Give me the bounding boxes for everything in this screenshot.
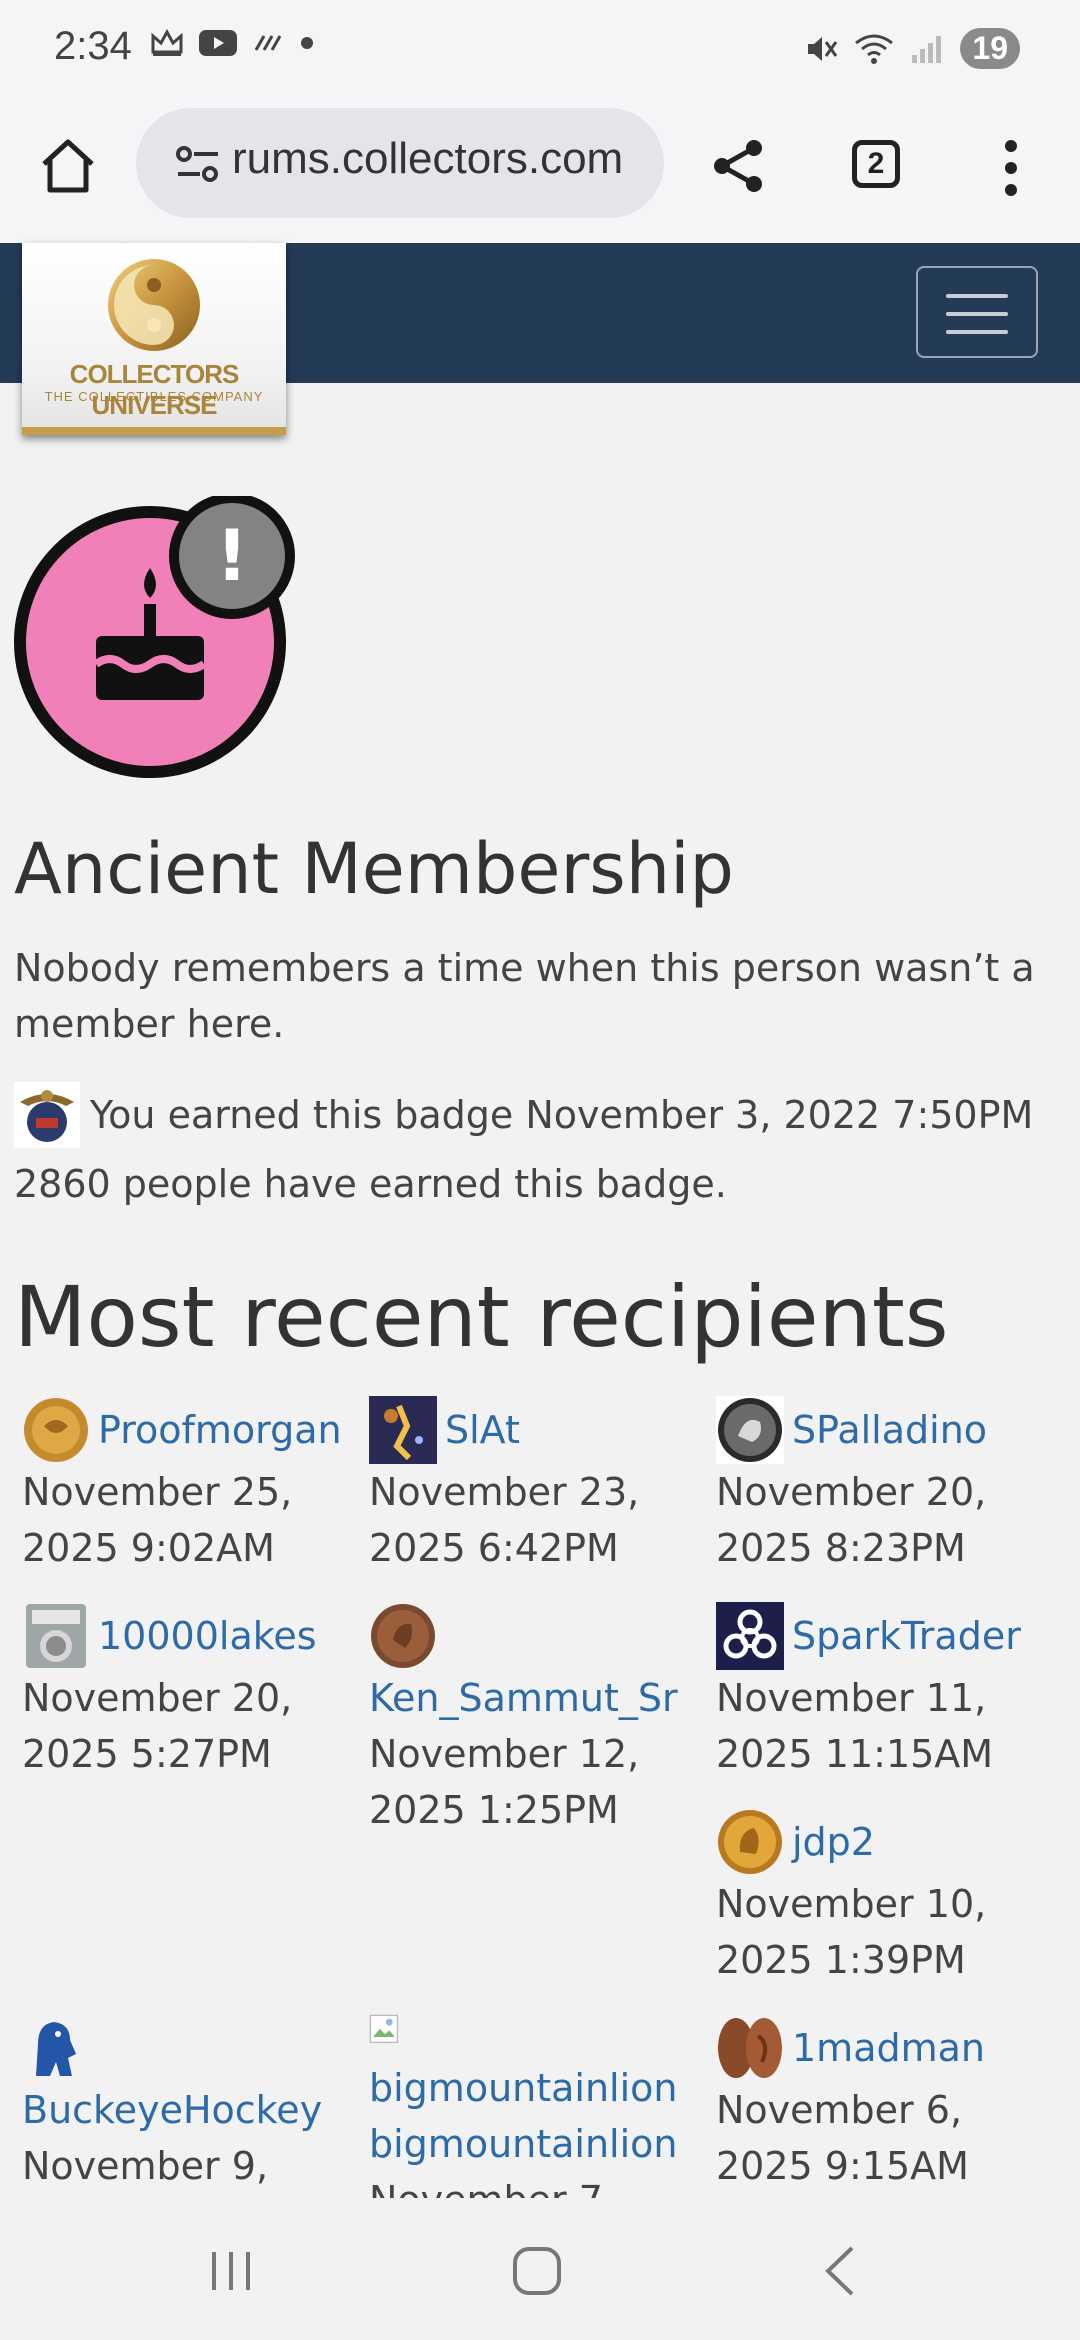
recipient-date: November 7, (369, 2172, 709, 2198)
share-icon[interactable] (708, 136, 768, 196)
badge-description: Nobody remembers a time when this person… (14, 946, 1035, 1046)
recipient-item: bigmountainlion bigmountainlion November… (369, 2014, 709, 2198)
recipient-item: 10000lakes November 20, 2025 5:27PM (22, 1602, 362, 1782)
crown-icon (151, 28, 183, 56)
status-bar: 2:34 19 (0, 0, 1080, 100)
home-icon[interactable] (36, 134, 100, 198)
battery-indicator: 19 (960, 28, 1020, 69)
recipient-date: November 25, 2025 9:02AM (22, 1470, 293, 1570)
notification-icons (150, 28, 314, 58)
logo-emblem-icon (108, 259, 200, 351)
basketball-avatar-icon[interactable] (369, 1396, 437, 1464)
signal-slash-icon (254, 35, 282, 51)
recipient-name[interactable]: SparkTrader (792, 1602, 1021, 1664)
home-nav-icon[interactable] (510, 2244, 564, 2298)
recipient-item: SparkTrader November 11, 2025 11:15AM (716, 1602, 1056, 1782)
recipient-item: SlAt November 23, 2025 6:42PM (369, 1396, 709, 1576)
recipient-item: 1madman November 6, 2025 9:15AM (716, 2014, 1056, 2194)
recipient-name[interactable]: jdp2 (792, 1808, 875, 1870)
recipient-item: Ken_Sammut_Sr November 12, 2025 1:25PM (369, 1602, 709, 1838)
recipient-date: November 6, 2025 9:15AM (716, 2088, 969, 2188)
status-time: 2:34 (54, 24, 132, 68)
recipient-item: BuckeyeHockey November 9, (22, 2014, 362, 2194)
dot-icon (301, 37, 313, 49)
silver-coin-avatar-icon[interactable] (716, 1396, 784, 1464)
mascot-avatar-icon[interactable] (22, 2014, 90, 2082)
biohazard-avatar-icon[interactable] (716, 1602, 784, 1670)
copper-coins-avatar-icon[interactable] (716, 2014, 784, 2082)
recipients-heading: Most recent recipients (14, 1268, 949, 1366)
recipient-name[interactable]: bigmountainlion (369, 2116, 709, 2172)
recipient-item: SPalladino November 20, 2025 8:23PM (716, 1396, 1056, 1576)
recipient-image-alt[interactable]: bigmountainlion (369, 2060, 709, 2116)
broken-image-icon[interactable] (369, 2014, 415, 2060)
url-text[interactable]: rums.collectors.com (232, 134, 623, 184)
page-content: 2:34 19 rums.collectors.com 2 COLLECTORS… (0, 0, 1080, 2198)
recipient-date: November 23, 2025 6:42PM (369, 1470, 640, 1570)
recipient-date: November 20, 2025 5:27PM (22, 1676, 293, 1776)
gold-coin-avatar-icon[interactable] (716, 1808, 784, 1876)
site-logo[interactable]: COLLECTORS UNIVERSE THE COLLECTIBLES COM… (22, 243, 286, 435)
slab-coin-avatar-icon[interactable] (22, 1602, 90, 1670)
recipient-date: November 11, 2025 11:15AM (716, 1676, 994, 1776)
wifi-icon (855, 34, 894, 64)
recipient-name[interactable]: 10000lakes (98, 1602, 317, 1664)
address-bar[interactable]: rums.collectors.com (136, 108, 664, 218)
recent-apps-icon[interactable] (206, 2246, 256, 2296)
logo-subtitle: THE COLLECTIBLES COMPANY (44, 389, 264, 404)
recipient-name[interactable]: SPalladino (792, 1396, 987, 1458)
earned-text: You earned this badge November 3, 2022 7… (90, 1093, 1034, 1137)
recipient-date: November 10, 2025 1:39PM (716, 1882, 987, 1982)
youtube-icon (199, 30, 237, 56)
earned-row: You earned this badge November 3, 2022 7… (14, 1082, 1033, 1148)
mute-icon (808, 36, 838, 61)
recipient-name[interactable]: Ken_Sammut_Sr (369, 1670, 709, 1726)
cell-signal-icon (912, 35, 942, 63)
alert-icon: ! (169, 493, 295, 619)
nav-menu-button[interactable] (916, 266, 1038, 358)
system-nav-bar (0, 2198, 1080, 2340)
badge-title: Ancient Membership (14, 828, 734, 910)
recipient-item: jdp2 November 10, 2025 1:39PM (716, 1808, 1056, 1988)
user-avatar[interactable] (14, 1082, 80, 1148)
tab-switcher-button[interactable]: 2 (852, 140, 900, 188)
system-icons: 19 (804, 28, 1020, 69)
svg-text:!: ! (216, 515, 248, 597)
recipient-name[interactable]: BuckeyeHockey (22, 2082, 362, 2138)
penny-avatar-icon[interactable] (369, 1602, 437, 1670)
recipient-name[interactable]: 1madman (792, 2014, 985, 2076)
browser-toolbar: rums.collectors.com 2 (0, 100, 1080, 245)
recipient-name[interactable]: Proofmorgan (98, 1396, 342, 1458)
badge-image: ! (14, 493, 296, 782)
recipient-name[interactable]: SlAt (445, 1396, 520, 1458)
recipient-date: November 20, 2025 8:23PM (716, 1470, 987, 1570)
coin-avatar-icon[interactable] (22, 1396, 90, 1464)
site-settings-icon[interactable] (174, 144, 222, 184)
more-options-icon[interactable] (996, 138, 1026, 198)
earned-count: 2860 people have earned this badge. (14, 1162, 727, 1206)
back-icon[interactable] (818, 2244, 862, 2298)
recipient-item: Proofmorgan November 25, 2025 9:02AM (22, 1396, 362, 1576)
recipient-date: November 9, (22, 2144, 269, 2188)
recipient-date: November 12, 2025 1:25PM (369, 1732, 640, 1832)
